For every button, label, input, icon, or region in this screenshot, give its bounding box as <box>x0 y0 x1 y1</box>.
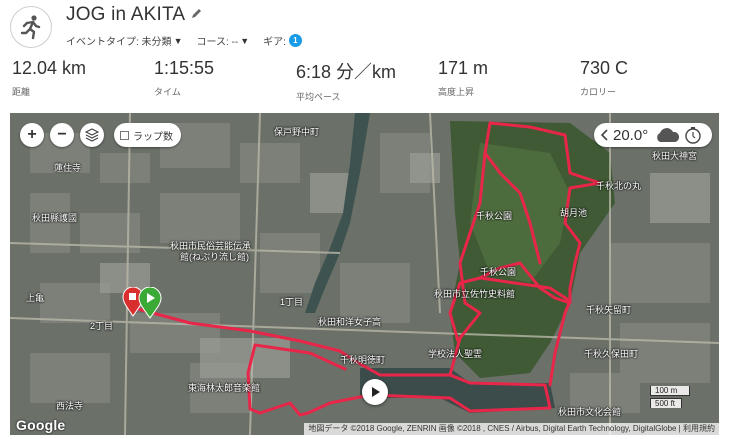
stat-label: タイム <box>154 87 181 97</box>
course-label: コース: -- <box>196 37 239 48</box>
map-label: 蓮住寺 <box>54 163 82 173</box>
laps-toggle[interactable]: ラップ数 <box>114 123 181 147</box>
gear-selector[interactable]: ギア: 1 <box>263 33 302 48</box>
temperature-value: 20.0° <box>613 126 649 144</box>
activity-title[interactable]: JOG in AKITA <box>66 4 185 26</box>
stat-calories: 730 C カロリー <box>580 58 628 98</box>
map-label: 西法寺 <box>56 401 84 411</box>
cloud-icon <box>657 128 680 142</box>
map-label: 千秋北の丸 <box>596 181 642 191</box>
stopwatch-icon[interactable] <box>684 126 702 144</box>
map-label: 秋田和洋女子高 <box>318 317 382 327</box>
route-map[interactable]: 保戸野中町 蓮住寺 秋田縣護國 秋田市民俗芸能伝承 館(ねぶり流し館) 千秋公園… <box>10 113 719 435</box>
runner-icon <box>20 15 41 40</box>
zoom-out-button[interactable]: − <box>50 123 74 147</box>
gear-count-badge: 1 <box>288 34 302 47</box>
weather-widget: 20.0° <box>594 123 712 147</box>
stat-label: 高度上昇 <box>438 87 475 97</box>
map-label: 1丁目 <box>280 297 304 307</box>
laps-checkbox[interactable] <box>120 130 129 140</box>
scale-metric: 100 m <box>650 386 690 396</box>
caret-down-icon: ▼ <box>173 35 183 46</box>
activity-type-badge <box>10 6 52 48</box>
map-label: 千秋公園 <box>480 267 517 277</box>
stat-value: 6:18 分／km <box>296 62 397 82</box>
stat-value: 12.04 km <box>12 58 87 78</box>
stat-time: 1:15:55 タイム <box>154 58 214 98</box>
map-label: 千秋久保田町 <box>584 349 639 359</box>
stat-elevation-gain: 171 m 高度上昇 <box>438 58 488 98</box>
laps-label: ラップ数 <box>133 131 173 143</box>
map-label: 千秋明徳町 <box>340 355 386 365</box>
activity-stats: 12.04 km 距離 1:15:55 タイム 6:18 分／km 平均ペース … <box>0 58 729 104</box>
chevron-left-icon[interactable] <box>600 129 610 141</box>
map-label: 上亀 <box>26 293 45 303</box>
map-layers-button[interactable] <box>80 123 104 147</box>
google-logo[interactable]: Google <box>16 417 65 433</box>
map-label: 学校法人聖霊 <box>428 349 483 359</box>
caret-down-icon: ▼ <box>240 35 250 46</box>
map-label: 2丁目 <box>90 321 114 331</box>
play-icon <box>372 387 380 397</box>
stat-label: カロリー <box>580 87 617 97</box>
map-label: 秋田市文化会館 <box>558 407 622 417</box>
map-attribution[interactable]: 地図データ ©2018 Google, ZENRIN 画像 ©2018 , CN… <box>304 423 719 435</box>
gear-label: ギア: <box>263 37 286 48</box>
stat-value: 171 m <box>438 58 489 78</box>
stat-label: 距離 <box>12 87 31 97</box>
map-label: 東海林太郎音楽館 <box>188 383 261 393</box>
map-label: 秋田市立佐竹史料館 <box>434 289 516 299</box>
event-type-dropdown[interactable]: イベントタイプ: 未分類 ▼ <box>66 33 183 49</box>
map-scale: 100 m 500 ft <box>650 386 690 408</box>
map-label: 胡月池 <box>560 208 588 218</box>
map-label: 秋田縣護國 <box>32 213 78 223</box>
pencil-icon[interactable] <box>191 6 202 24</box>
stat-label: 平均ペース <box>296 92 341 102</box>
stat-value: 1:15:55 <box>154 58 215 78</box>
stat-distance: 12.04 km 距離 <box>12 58 86 98</box>
event-type-label: イベントタイプ: 未分類 <box>66 37 172 48</box>
stat-avg-pace: 6:18 分／km 平均ペース <box>296 58 396 103</box>
map-label: 保戸野中町 <box>274 127 320 137</box>
course-dropdown[interactable]: コース: -- ▼ <box>196 33 250 49</box>
stat-value: 730 C <box>580 58 629 78</box>
map-label: 館(ねぶり流し館) <box>180 252 249 262</box>
zoom-in-button[interactable]: + <box>20 123 44 147</box>
map-label: 千秋公園 <box>476 211 513 221</box>
activity-header: JOG in AKITA イベントタイプ: 未分類 ▼ コース: -- ▼ ギア… <box>0 0 729 52</box>
playback-button[interactable] <box>362 379 388 405</box>
layers-icon <box>85 128 99 142</box>
scale-imperial: 500 ft <box>650 398 682 408</box>
map-label: 秋田大神宮 <box>652 151 698 161</box>
start-pin-icon[interactable] <box>138 287 162 319</box>
map-label: 千秋矢留町 <box>586 305 632 315</box>
